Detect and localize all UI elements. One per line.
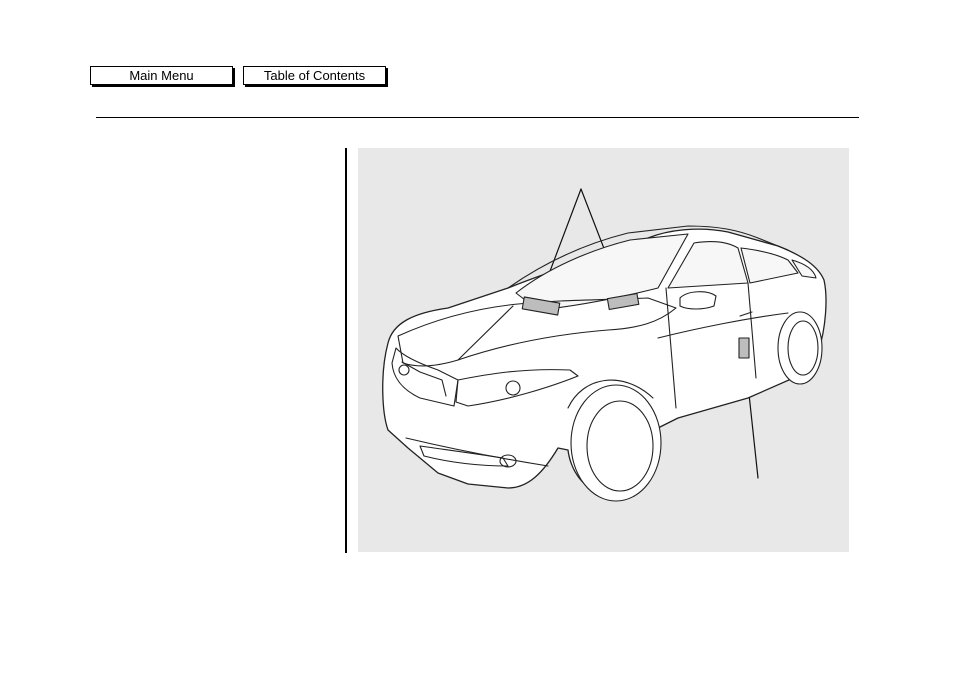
side-mirror xyxy=(679,291,717,310)
car-illustration xyxy=(382,188,827,502)
front-wheel xyxy=(570,384,662,502)
header-rule xyxy=(96,117,859,118)
rear-wheel xyxy=(777,311,823,385)
main-menu-button[interactable]: Main Menu xyxy=(90,66,233,85)
door-jamb-label xyxy=(738,337,750,359)
car-figure-panel xyxy=(358,148,849,552)
table-of-contents-button[interactable]: Table of Contents xyxy=(243,66,386,85)
section-margin-bar xyxy=(345,148,347,553)
